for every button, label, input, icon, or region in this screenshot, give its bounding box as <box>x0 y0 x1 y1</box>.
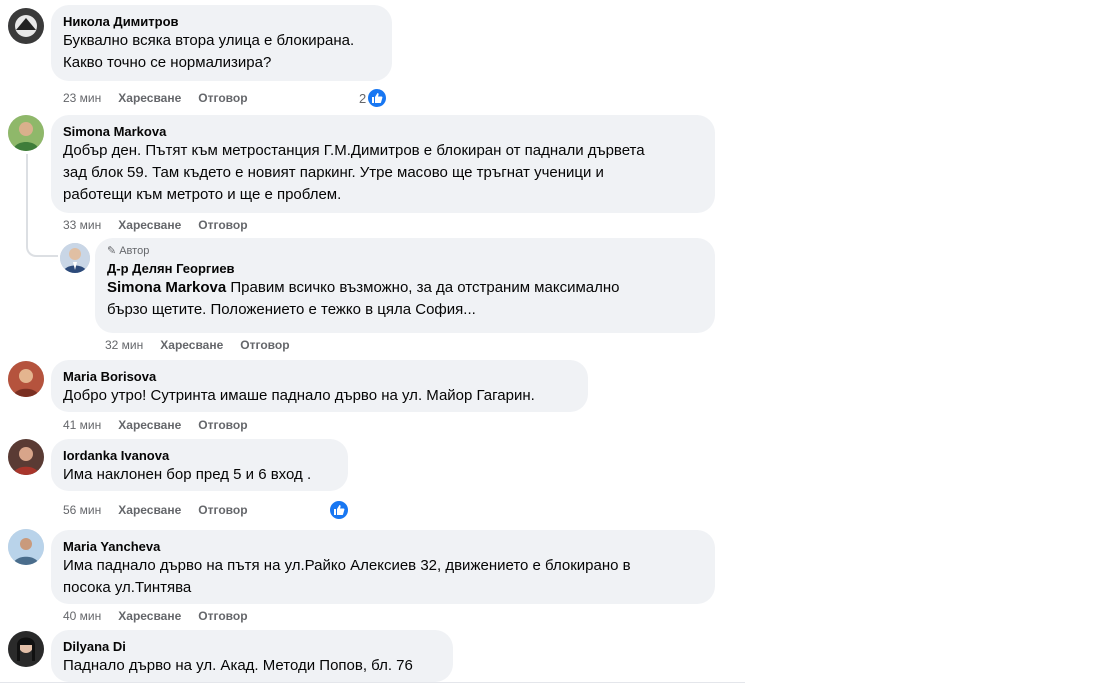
thumbs-up-icon <box>366 87 389 109</box>
author-badge: ✎ Автор <box>107 244 703 258</box>
like-button[interactable]: Харесване <box>118 502 181 518</box>
reaction-count[interactable]: 2 <box>359 87 389 109</box>
avatar[interactable] <box>8 115 44 151</box>
commenter-name[interactable]: Maria Borisova <box>63 368 576 385</box>
comment-time[interactable]: 32 мин <box>105 337 143 353</box>
reply-button[interactable]: Отговор <box>198 217 247 233</box>
comment-bubble: Simona Markova Добър ден. Пътят към метр… <box>51 115 715 213</box>
comment-bubble: Никола Димитров Буквално всяка втора ули… <box>51 5 392 81</box>
comment-actions: 23 мин Харесване Отговор <box>63 90 265 106</box>
comment-actions: 41 мин Харесване Отговор <box>63 417 265 433</box>
comment-line: Има наклонен бор пред 5 и 6 вход . <box>63 466 312 483</box>
reply-button[interactable]: Отговор <box>198 608 247 624</box>
comment-text: Паднало дърво на ул. Акад. Методи Попов,… <box>63 655 441 677</box>
comment-bubble: Maria Yancheva Има паднало дърво на пътя… <box>51 530 715 604</box>
comment-line: Какво точно се нормализира? <box>63 54 272 71</box>
avatar[interactable] <box>60 243 90 273</box>
comment-text: Има наклонен бор пред 5 и 6 вход . <box>63 464 336 486</box>
reply-bubble: ✎ Автор Д-р Делян Георгиев Simona Markova… <box>95 238 715 333</box>
reply-button[interactable]: Отговор <box>240 337 289 353</box>
comment-time[interactable]: 23 мин <box>63 90 101 106</box>
avatar[interactable] <box>8 361 44 397</box>
comment-line: Паднало дърво на ул. Акад. Методи Попов,… <box>63 657 413 674</box>
comment-line: посока ул.Тинтява <box>63 579 192 596</box>
thumbs-up-icon <box>328 499 350 521</box>
commenter-name[interactable]: Iordanka Ivanova <box>63 447 336 464</box>
commenter-name[interactable]: Simona Markova <box>63 123 703 140</box>
comment-bubble: Maria Borisova Добро утро! Сутринта имаш… <box>51 360 588 412</box>
comment-line: зад блок 59. Там където е новият паркинг… <box>63 164 604 181</box>
reaction-count[interactable] <box>328 499 350 521</box>
author-label: Автор <box>119 245 150 257</box>
comment-actions: 40 мин Харесване Отговор <box>63 608 265 624</box>
mention-link[interactable]: Simona Markova <box>107 279 226 296</box>
like-button[interactable]: Харесване <box>118 417 181 433</box>
avatar[interactable] <box>8 8 44 44</box>
like-button[interactable]: Харесване <box>118 608 181 624</box>
comment-bubble: Dilyana Di Паднало дърво на ул. Акад. Ме… <box>51 630 453 682</box>
commenter-name[interactable]: Maria Yancheva <box>63 538 703 555</box>
comment-line: Буквално всяка втора улица е блокирана. <box>63 32 355 49</box>
commenter-name[interactable]: Dilyana Di <box>63 638 441 655</box>
comment-time[interactable]: 40 мин <box>63 608 101 624</box>
comment-text: Simona Markova Правим всичко възможно, з… <box>107 277 703 321</box>
reply-thread-line <box>26 154 58 257</box>
comment-time[interactable]: 41 мин <box>63 417 101 433</box>
reply-button[interactable]: Отговор <box>198 90 247 106</box>
divider <box>0 682 745 683</box>
pencil-icon: ✎ <box>107 245 117 257</box>
comment-actions: 56 мин Харесване Отговор <box>63 502 265 518</box>
comment-time[interactable]: 33 мин <box>63 217 101 233</box>
comment-text: Добро утро! Сутринта имаше паднало дърво… <box>63 385 576 407</box>
comment-actions: 33 мин Харесване Отговор <box>63 217 265 233</box>
avatar[interactable] <box>8 439 44 475</box>
comment-text: Буквално всяка втора улица е блокирана. … <box>63 30 380 74</box>
commenter-name[interactable]: Никола Димитров <box>63 13 380 30</box>
comment-text: Има паднало дърво на пътя на ул.Райко Ал… <box>63 555 703 599</box>
comment-text: Добър ден. Пътят към метростанция Г.М.Ди… <box>63 140 703 206</box>
comment-line: Има паднало дърво на пътя на ул.Райко Ал… <box>63 557 631 574</box>
comment-line: бързо щетите. Положението е тежко в цяла… <box>107 301 476 318</box>
reply-button[interactable]: Отговор <box>198 502 247 518</box>
comment-time[interactable]: 56 мин <box>63 502 101 518</box>
comment-line-text: Правим всичко възможно, за да отстраним … <box>226 279 620 296</box>
reaction-number: 2 <box>359 90 367 106</box>
comment-line: Добър ден. Пътят към метростанция Г.М.Ди… <box>63 142 645 159</box>
comment-line: Simona Markova Правим всичко възможно, з… <box>107 277 703 299</box>
avatar[interactable] <box>8 631 44 667</box>
comment-line: работещи към метрото и ще е проблем. <box>63 186 342 203</box>
like-button[interactable]: Харесване <box>118 217 181 233</box>
comment-bubble: Iordanka Ivanova Има наклонен бор пред 5… <box>51 439 348 491</box>
like-button[interactable]: Харесване <box>118 90 181 106</box>
commenter-name[interactable]: Д-р Делян Георгиев <box>107 260 703 277</box>
comment-line: Добро утро! Сутринта имаше паднало дърво… <box>63 387 535 404</box>
comment-actions: 32 мин Харесване Отговор <box>105 337 307 353</box>
avatar[interactable] <box>8 529 44 565</box>
reply-button[interactable]: Отговор <box>198 417 247 433</box>
like-button[interactable]: Харесване <box>160 337 223 353</box>
